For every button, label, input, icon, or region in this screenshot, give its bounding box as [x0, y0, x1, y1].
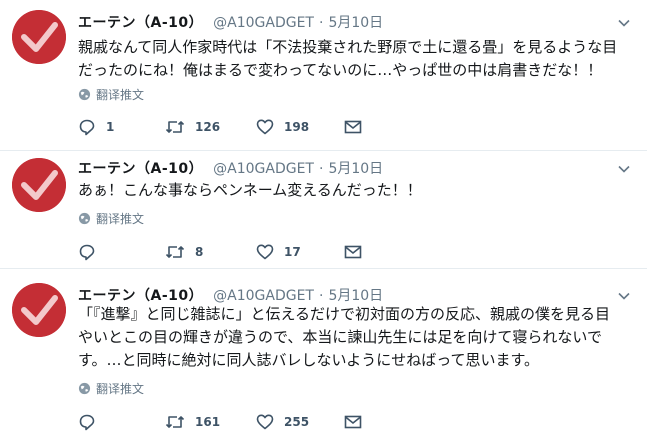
reply-button[interactable]: 1: [78, 118, 114, 136]
message-icon: [344, 245, 362, 259]
tweet-text-line: す。…と同時に絶対に同人誌バレしないようにせねばって思います。: [78, 351, 539, 369]
message-icon: [344, 120, 362, 134]
retweet-icon: [165, 416, 185, 428]
retweet-button[interactable]: 126: [165, 118, 220, 136]
reply-icon: [79, 244, 95, 261]
tweet-date[interactable]: 5月10日: [328, 158, 383, 178]
translate-link[interactable]: 翻译推文: [78, 380, 144, 397]
tweet-text-line: あぁ！こんな事ならペンネーム変えるんだった！！: [78, 181, 422, 199]
retweet-icon: [165, 246, 185, 258]
tweet-text: 「『進撃』と同じ雑誌に」と伝えるだけで初対面の方の反応、親戚の僕を見る目 やいと…: [78, 303, 638, 372]
display-name[interactable]: エーテン（A-10）: [78, 158, 203, 178]
like-icon: [256, 244, 274, 260]
globe-icon: [78, 382, 91, 395]
retweet-count: 126: [195, 120, 221, 134]
separator-dot: ·: [318, 161, 324, 177]
message-icon: [344, 415, 362, 429]
reply-count: 1: [106, 120, 115, 134]
user-handle[interactable]: @A10GADGET: [213, 288, 314, 304]
like-icon: [256, 414, 274, 430]
like-button[interactable]: 198: [256, 118, 309, 136]
checkmark-avatar-icon: [12, 10, 66, 64]
chevron-down-icon[interactable]: [617, 289, 631, 303]
checkmark-avatar-icon: [12, 283, 66, 337]
avatar[interactable]: [12, 158, 66, 212]
tweet-header: エーテン（A-10） @A10GADGET · 5月10日: [78, 158, 383, 178]
translate-label[interactable]: 翻译推文: [96, 86, 144, 103]
separator-dot: ·: [318, 288, 324, 304]
message-button[interactable]: [344, 118, 362, 136]
avatar[interactable]: [12, 283, 66, 337]
reply-button[interactable]: [78, 243, 106, 261]
message-button[interactable]: [344, 243, 362, 261]
tweet-header: エーテン（A-10） @A10GADGET · 5月10日: [78, 12, 383, 32]
tweet-header: エーテン（A-10） @A10GADGET · 5月10日: [78, 285, 383, 305]
retweet-count: 161: [195, 415, 221, 429]
like-button[interactable]: 17: [256, 243, 301, 261]
translate-label[interactable]: 翻译推文: [96, 380, 144, 397]
tweet-date[interactable]: 5月10日: [328, 285, 383, 305]
reply-icon: [79, 119, 95, 136]
tweet[interactable]: エーテン（A-10） @A10GADGET · 5月10日 あぁ！こんな事ならペ…: [0, 151, 647, 268]
tweet-text-line: やいとこの目の輝きが違うので、本当に諫山先生には足を向けて寝られないで: [78, 328, 602, 346]
display-name[interactable]: エーテン（A-10）: [78, 285, 203, 305]
chevron-down-icon[interactable]: [617, 162, 631, 176]
separator-dot: ·: [318, 15, 324, 31]
checkmark-avatar-icon: [12, 158, 66, 212]
tweet-text: 親戚なんて同人作家時代は「不法投棄された野原で土に還る畳」を見るような目 だった…: [78, 36, 638, 82]
avatar[interactable]: [12, 10, 66, 64]
like-button[interactable]: 255: [256, 413, 309, 431]
reply-button[interactable]: [78, 413, 106, 431]
globe-icon: [78, 212, 91, 225]
message-button[interactable]: [344, 413, 362, 431]
retweet-icon: [165, 121, 185, 133]
tweet-text: あぁ！こんな事ならペンネーム変えるんだった！！: [78, 179, 638, 202]
user-handle[interactable]: @A10GADGET: [213, 15, 314, 31]
translate-link[interactable]: 翻译推文: [78, 210, 144, 227]
translate-link[interactable]: 翻译推文: [78, 86, 144, 103]
like-icon: [256, 119, 274, 135]
retweet-button[interactable]: 161: [165, 413, 220, 431]
like-count: 255: [284, 415, 310, 429]
tweet-text-line: 親戚なんて同人作家時代は「不法投棄された野原で土に還る畳」を見るような目: [78, 38, 618, 56]
tweet[interactable]: エーテン（A-10） @A10GADGET · 5月10日 親戚なんて同人作家時…: [0, 0, 647, 150]
chevron-down-icon[interactable]: [617, 16, 631, 30]
display-name[interactable]: エーテン（A-10）: [78, 12, 203, 32]
retweet-count: 8: [195, 245, 204, 259]
tweet-text-line: だったのにね！俺はまるで変わってないのに…やっぱ世の中は肩書きだな！！: [78, 61, 603, 79]
tweet-date[interactable]: 5月10日: [328, 12, 383, 32]
translate-label[interactable]: 翻译推文: [96, 210, 144, 227]
retweet-button[interactable]: 8: [165, 243, 203, 261]
tweet[interactable]: エーテン（A-10） @A10GADGET · 5月10日 「『進撃』と同じ雑誌…: [0, 269, 647, 439]
like-count: 17: [284, 245, 301, 259]
like-count: 198: [284, 120, 310, 134]
tweet-text-line: 「『進撃』と同じ雑誌に」と伝えるだけで初対面の方の反応、親戚の僕を見る目: [78, 305, 611, 323]
globe-icon: [78, 88, 91, 101]
reply-icon: [79, 414, 95, 431]
user-handle[interactable]: @A10GADGET: [213, 161, 314, 177]
